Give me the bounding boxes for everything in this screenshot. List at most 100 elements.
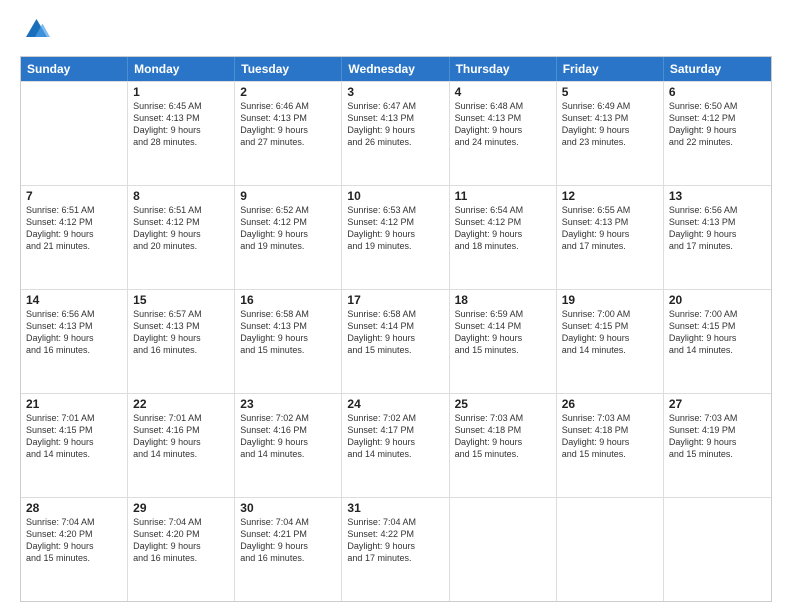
cal-cell-4-5: 25Sunrise: 7:03 AMSunset: 4:18 PMDayligh… xyxy=(450,394,557,497)
calendar: SundayMondayTuesdayWednesdayThursdayFrid… xyxy=(20,56,772,602)
day-info: Sunrise: 7:00 AMSunset: 4:15 PMDaylight:… xyxy=(669,308,766,357)
day-number: 3 xyxy=(347,85,443,99)
calendar-body: 1Sunrise: 6:45 AMSunset: 4:13 PMDaylight… xyxy=(21,81,771,601)
logo xyxy=(20,16,54,46)
cal-cell-5-3: 30Sunrise: 7:04 AMSunset: 4:21 PMDayligh… xyxy=(235,498,342,601)
cal-cell-2-3: 9Sunrise: 6:52 AMSunset: 4:12 PMDaylight… xyxy=(235,186,342,289)
cal-cell-5-6 xyxy=(557,498,664,601)
day-number: 12 xyxy=(562,189,658,203)
cal-row-2: 7Sunrise: 6:51 AMSunset: 4:12 PMDaylight… xyxy=(21,185,771,289)
day-info: Sunrise: 7:03 AMSunset: 4:19 PMDaylight:… xyxy=(669,412,766,461)
day-info: Sunrise: 6:48 AMSunset: 4:13 PMDaylight:… xyxy=(455,100,551,149)
cal-row-1: 1Sunrise: 6:45 AMSunset: 4:13 PMDaylight… xyxy=(21,81,771,185)
day-number: 29 xyxy=(133,501,229,515)
day-number: 16 xyxy=(240,293,336,307)
day-number: 10 xyxy=(347,189,443,203)
day-number: 6 xyxy=(669,85,766,99)
day-info: Sunrise: 6:57 AMSunset: 4:13 PMDaylight:… xyxy=(133,308,229,357)
cal-cell-1-4: 3Sunrise: 6:47 AMSunset: 4:13 PMDaylight… xyxy=(342,82,449,185)
cal-row-5: 28Sunrise: 7:04 AMSunset: 4:20 PMDayligh… xyxy=(21,497,771,601)
day-info: Sunrise: 6:58 AMSunset: 4:13 PMDaylight:… xyxy=(240,308,336,357)
cal-cell-4-4: 24Sunrise: 7:02 AMSunset: 4:17 PMDayligh… xyxy=(342,394,449,497)
day-number: 2 xyxy=(240,85,336,99)
day-info: Sunrise: 7:04 AMSunset: 4:22 PMDaylight:… xyxy=(347,516,443,565)
day-info: Sunrise: 6:45 AMSunset: 4:13 PMDaylight:… xyxy=(133,100,229,149)
day-number: 7 xyxy=(26,189,122,203)
header-day-saturday: Saturday xyxy=(664,57,771,81)
day-number: 11 xyxy=(455,189,551,203)
header-day-monday: Monday xyxy=(128,57,235,81)
cal-cell-2-4: 10Sunrise: 6:53 AMSunset: 4:12 PMDayligh… xyxy=(342,186,449,289)
cal-cell-4-3: 23Sunrise: 7:02 AMSunset: 4:16 PMDayligh… xyxy=(235,394,342,497)
cal-cell-1-6: 5Sunrise: 6:49 AMSunset: 4:13 PMDaylight… xyxy=(557,82,664,185)
cal-cell-5-4: 31Sunrise: 7:04 AMSunset: 4:22 PMDayligh… xyxy=(342,498,449,601)
day-number: 15 xyxy=(133,293,229,307)
cal-cell-2-7: 13Sunrise: 6:56 AMSunset: 4:13 PMDayligh… xyxy=(664,186,771,289)
cal-cell-3-6: 19Sunrise: 7:00 AMSunset: 4:15 PMDayligh… xyxy=(557,290,664,393)
day-number: 20 xyxy=(669,293,766,307)
day-info: Sunrise: 7:02 AMSunset: 4:17 PMDaylight:… xyxy=(347,412,443,461)
day-number: 26 xyxy=(562,397,658,411)
logo-icon xyxy=(20,16,50,46)
day-info: Sunrise: 6:47 AMSunset: 4:13 PMDaylight:… xyxy=(347,100,443,149)
cal-cell-2-6: 12Sunrise: 6:55 AMSunset: 4:13 PMDayligh… xyxy=(557,186,664,289)
cal-cell-4-6: 26Sunrise: 7:03 AMSunset: 4:18 PMDayligh… xyxy=(557,394,664,497)
day-info: Sunrise: 7:04 AMSunset: 4:20 PMDaylight:… xyxy=(133,516,229,565)
header xyxy=(20,16,772,46)
cal-cell-2-5: 11Sunrise: 6:54 AMSunset: 4:12 PMDayligh… xyxy=(450,186,557,289)
header-day-sunday: Sunday xyxy=(21,57,128,81)
day-number: 19 xyxy=(562,293,658,307)
day-number: 30 xyxy=(240,501,336,515)
cal-cell-1-7: 6Sunrise: 6:50 AMSunset: 4:12 PMDaylight… xyxy=(664,82,771,185)
cal-cell-1-1 xyxy=(21,82,128,185)
cal-row-3: 14Sunrise: 6:56 AMSunset: 4:13 PMDayligh… xyxy=(21,289,771,393)
day-info: Sunrise: 6:56 AMSunset: 4:13 PMDaylight:… xyxy=(669,204,766,253)
day-info: Sunrise: 6:55 AMSunset: 4:13 PMDaylight:… xyxy=(562,204,658,253)
day-info: Sunrise: 6:53 AMSunset: 4:12 PMDaylight:… xyxy=(347,204,443,253)
cal-cell-3-5: 18Sunrise: 6:59 AMSunset: 4:14 PMDayligh… xyxy=(450,290,557,393)
day-info: Sunrise: 6:54 AMSunset: 4:12 PMDaylight:… xyxy=(455,204,551,253)
day-info: Sunrise: 7:02 AMSunset: 4:16 PMDaylight:… xyxy=(240,412,336,461)
cal-row-4: 21Sunrise: 7:01 AMSunset: 4:15 PMDayligh… xyxy=(21,393,771,497)
cal-cell-3-3: 16Sunrise: 6:58 AMSunset: 4:13 PMDayligh… xyxy=(235,290,342,393)
cal-cell-2-1: 7Sunrise: 6:51 AMSunset: 4:12 PMDaylight… xyxy=(21,186,128,289)
cal-cell-5-2: 29Sunrise: 7:04 AMSunset: 4:20 PMDayligh… xyxy=(128,498,235,601)
cal-cell-2-2: 8Sunrise: 6:51 AMSunset: 4:12 PMDaylight… xyxy=(128,186,235,289)
day-info: Sunrise: 6:52 AMSunset: 4:12 PMDaylight:… xyxy=(240,204,336,253)
cal-cell-3-7: 20Sunrise: 7:00 AMSunset: 4:15 PMDayligh… xyxy=(664,290,771,393)
cal-cell-4-1: 21Sunrise: 7:01 AMSunset: 4:15 PMDayligh… xyxy=(21,394,128,497)
day-number: 31 xyxy=(347,501,443,515)
cal-cell-1-2: 1Sunrise: 6:45 AMSunset: 4:13 PMDaylight… xyxy=(128,82,235,185)
cal-cell-4-2: 22Sunrise: 7:01 AMSunset: 4:16 PMDayligh… xyxy=(128,394,235,497)
day-info: Sunrise: 7:03 AMSunset: 4:18 PMDaylight:… xyxy=(562,412,658,461)
cal-cell-3-4: 17Sunrise: 6:58 AMSunset: 4:14 PMDayligh… xyxy=(342,290,449,393)
calendar-header: SundayMondayTuesdayWednesdayThursdayFrid… xyxy=(21,57,771,81)
cal-cell-5-5 xyxy=(450,498,557,601)
cal-cell-3-1: 14Sunrise: 6:56 AMSunset: 4:13 PMDayligh… xyxy=(21,290,128,393)
day-info: Sunrise: 7:01 AMSunset: 4:16 PMDaylight:… xyxy=(133,412,229,461)
day-number: 13 xyxy=(669,189,766,203)
header-day-tuesday: Tuesday xyxy=(235,57,342,81)
header-day-wednesday: Wednesday xyxy=(342,57,449,81)
cal-cell-5-7 xyxy=(664,498,771,601)
day-number: 5 xyxy=(562,85,658,99)
day-number: 24 xyxy=(347,397,443,411)
page: SundayMondayTuesdayWednesdayThursdayFrid… xyxy=(0,0,792,612)
day-info: Sunrise: 6:51 AMSunset: 4:12 PMDaylight:… xyxy=(133,204,229,253)
day-info: Sunrise: 6:56 AMSunset: 4:13 PMDaylight:… xyxy=(26,308,122,357)
day-info: Sunrise: 7:04 AMSunset: 4:20 PMDaylight:… xyxy=(26,516,122,565)
day-number: 4 xyxy=(455,85,551,99)
header-day-friday: Friday xyxy=(557,57,664,81)
cal-cell-5-1: 28Sunrise: 7:04 AMSunset: 4:20 PMDayligh… xyxy=(21,498,128,601)
day-info: Sunrise: 7:01 AMSunset: 4:15 PMDaylight:… xyxy=(26,412,122,461)
day-number: 28 xyxy=(26,501,122,515)
day-info: Sunrise: 6:59 AMSunset: 4:14 PMDaylight:… xyxy=(455,308,551,357)
day-number: 21 xyxy=(26,397,122,411)
day-info: Sunrise: 6:51 AMSunset: 4:12 PMDaylight:… xyxy=(26,204,122,253)
day-number: 22 xyxy=(133,397,229,411)
cal-cell-4-7: 27Sunrise: 7:03 AMSunset: 4:19 PMDayligh… xyxy=(664,394,771,497)
cal-cell-3-2: 15Sunrise: 6:57 AMSunset: 4:13 PMDayligh… xyxy=(128,290,235,393)
header-day-thursday: Thursday xyxy=(450,57,557,81)
day-number: 23 xyxy=(240,397,336,411)
cal-cell-1-5: 4Sunrise: 6:48 AMSunset: 4:13 PMDaylight… xyxy=(450,82,557,185)
